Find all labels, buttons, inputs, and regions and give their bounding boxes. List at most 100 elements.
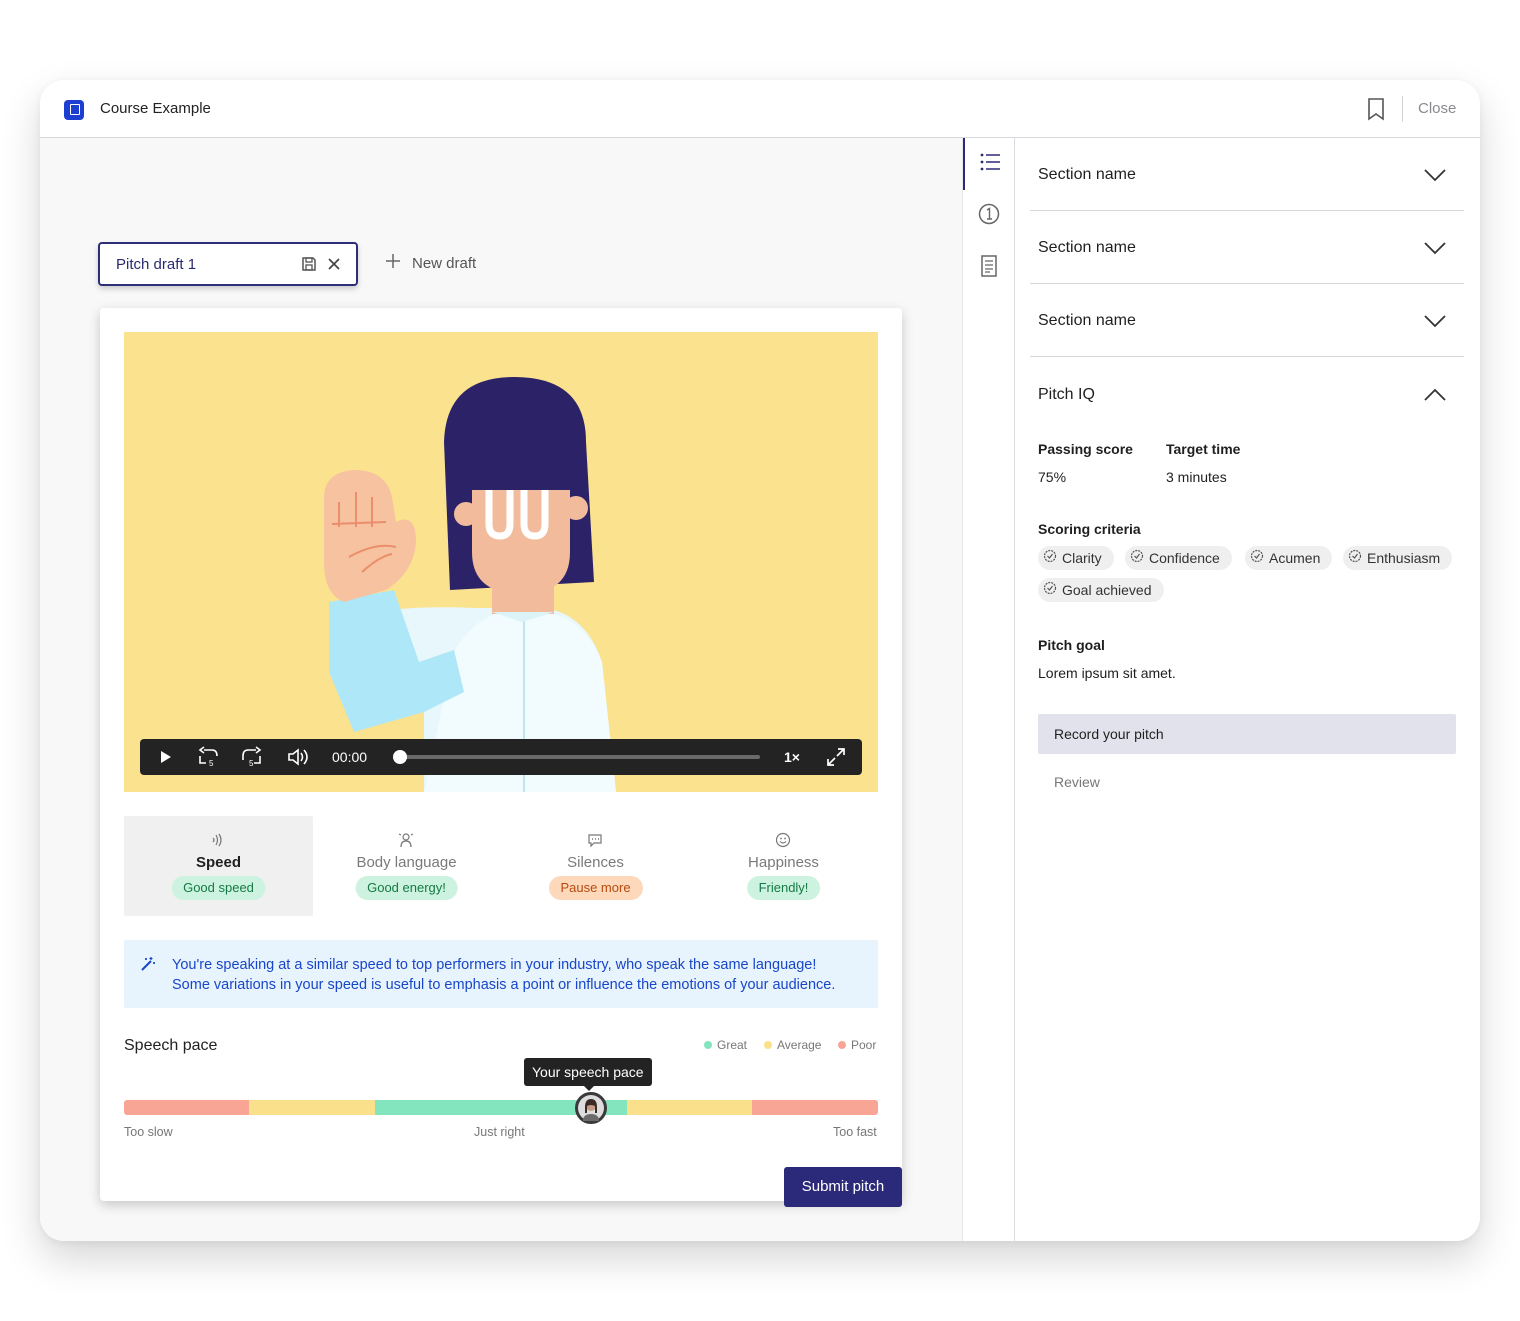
pace-marker-avatar[interactable] xyxy=(575,1092,607,1124)
pace-segment-too-fast xyxy=(752,1100,878,1115)
metric-title: Speed xyxy=(195,854,241,871)
magic-wand-icon xyxy=(140,956,156,977)
step-review[interactable]: Review xyxy=(1038,762,1456,802)
target-time-value: 3 minutes xyxy=(1166,469,1227,485)
criteria-chip-label: Confidence xyxy=(1149,550,1220,566)
metric-title: Happiness xyxy=(748,854,819,871)
insight-text: You're speaking at a similar speed to to… xyxy=(172,955,872,995)
insight-banner: You're speaking at a similar speed to to… xyxy=(124,940,878,1008)
passing-score-label: Passing score xyxy=(1038,441,1133,457)
video-player[interactable]: 5 5 00:00 1× xyxy=(124,332,878,792)
progress-track[interactable] xyxy=(400,755,760,759)
new-draft-button[interactable]: New draft xyxy=(386,254,476,272)
legend-swatch xyxy=(838,1041,846,1049)
insight-line-1: You're speaking at a similar speed to to… xyxy=(172,957,817,973)
legend-label: Average xyxy=(777,1038,822,1052)
criteria-chip: Acumen xyxy=(1245,546,1333,570)
smile-icon xyxy=(775,832,791,848)
metric-badge: Good speed xyxy=(171,876,266,900)
accordion-title: Section name xyxy=(1038,166,1136,183)
draft-tab-active[interactable]: Pitch draft 1 xyxy=(98,242,358,286)
submit-pitch-button[interactable]: Submit pitch xyxy=(784,1167,902,1207)
progress-knob[interactable] xyxy=(393,750,407,764)
volume-icon[interactable] xyxy=(286,739,310,775)
topbar-divider xyxy=(1402,96,1403,122)
insight-line-2: Some variations in your speed is useful … xyxy=(172,977,836,993)
fullscreen-icon[interactable] xyxy=(824,739,848,775)
time-readout: 00:00 xyxy=(332,749,368,765)
plus-icon xyxy=(386,254,400,272)
chevron-down-icon xyxy=(1424,168,1446,187)
svg-text:5: 5 xyxy=(249,759,254,768)
badge-check-icon xyxy=(1348,546,1362,570)
play-icon[interactable] xyxy=(156,739,176,775)
speed-icon xyxy=(210,832,226,848)
step-record-pitch[interactable]: Record your pitch xyxy=(1038,714,1456,754)
app-window: Course Example Close Pitch draft 1 New d… xyxy=(40,80,1480,1241)
legend-swatch xyxy=(764,1041,772,1049)
metric-badge: Good energy! xyxy=(355,876,458,900)
pace-segment-fast xyxy=(627,1100,752,1115)
course-logo-icon xyxy=(64,100,84,120)
metric-tab-silences[interactable]: Silences Pause more xyxy=(501,816,690,916)
metric-tab-body-language[interactable]: Body language Good energy! xyxy=(312,816,501,916)
accordion-title: Section name xyxy=(1038,312,1136,329)
accordion-title: Section name xyxy=(1038,239,1136,256)
bookmark-icon[interactable] xyxy=(1366,97,1386,121)
legend-label: Poor xyxy=(851,1038,877,1052)
chevron-up-icon[interactable] xyxy=(1424,388,1446,407)
chevron-down-icon xyxy=(1424,241,1446,260)
metric-badge: Pause more xyxy=(548,876,643,900)
new-draft-label: New draft xyxy=(412,254,477,272)
criteria-chip: Enthusiasm xyxy=(1343,546,1453,570)
app-title: Course Example xyxy=(100,100,211,117)
metric-badge: Friendly! xyxy=(746,876,821,900)
legend-great: Great xyxy=(704,1038,747,1052)
criteria-chip: Confidence xyxy=(1125,546,1232,570)
legend-swatch xyxy=(704,1041,712,1049)
pace-tooltip: Your speech pace xyxy=(524,1058,652,1091)
passing-score-value: 75% xyxy=(1038,469,1067,485)
scoring-criteria-label: Scoring criteria xyxy=(1038,521,1141,537)
list-icon xyxy=(980,153,1000,176)
legend-average: Average xyxy=(764,1038,821,1052)
criteria-chip-label: Enthusiasm xyxy=(1367,550,1441,566)
criteria-chip: Goal achieved xyxy=(1038,578,1164,602)
chat-icon xyxy=(587,832,603,848)
legend-poor: Poor xyxy=(838,1038,876,1052)
save-draft-icon[interactable] xyxy=(301,256,317,277)
playback-rate[interactable]: 1× xyxy=(784,749,800,765)
document-icon xyxy=(980,254,998,282)
close-draft-icon[interactable] xyxy=(326,256,342,277)
pitch-goal-label: Pitch goal xyxy=(1038,637,1105,653)
metric-title: Silences xyxy=(567,854,624,871)
criteria-chip: Clarity xyxy=(1038,546,1114,570)
rewind-5-icon[interactable]: 5 xyxy=(196,739,220,775)
pitch-iq-header[interactable]: Pitch IQ xyxy=(1038,386,1095,404)
rail-document-tab[interactable] xyxy=(963,242,1015,294)
pace-segment-slow xyxy=(249,1100,375,1115)
accordion-section-3[interactable]: Section name xyxy=(1030,284,1464,357)
accordion-section-2[interactable]: Section name xyxy=(1030,211,1464,284)
close-button[interactable]: Close xyxy=(1418,100,1456,117)
draft-tab-label: Pitch draft 1 xyxy=(116,256,197,273)
main-area: Pitch draft 1 New draft 5 5 00:00 1× Spe… xyxy=(40,138,962,1241)
axis-label-center: Just right xyxy=(474,1125,525,1139)
axis-label-left: Too slow xyxy=(124,1125,173,1139)
badge-check-icon xyxy=(1250,546,1264,570)
rail-info-tab[interactable] xyxy=(963,190,1015,242)
criteria-chip-label: Clarity xyxy=(1062,550,1102,566)
video-controls: 5 5 00:00 1× xyxy=(140,739,862,775)
pace-bar xyxy=(124,1100,878,1115)
rail-outline-tab[interactable] xyxy=(963,138,1015,190)
metric-tab-speed[interactable]: Speed Good speed xyxy=(124,816,313,916)
metric-tabs: Speed Good speed Body language Good ener… xyxy=(124,816,878,916)
badge-check-icon xyxy=(1130,546,1144,570)
forward-5-icon[interactable]: 5 xyxy=(240,739,264,775)
svg-text:5: 5 xyxy=(209,759,214,768)
pace-segment-too-slow xyxy=(124,1100,249,1115)
accordion-section-1[interactable]: Section name xyxy=(1030,138,1464,211)
badge-check-icon xyxy=(1043,578,1057,602)
metric-tab-happiness[interactable]: Happiness Friendly! xyxy=(689,816,878,916)
video-frame-illustration xyxy=(323,377,616,792)
